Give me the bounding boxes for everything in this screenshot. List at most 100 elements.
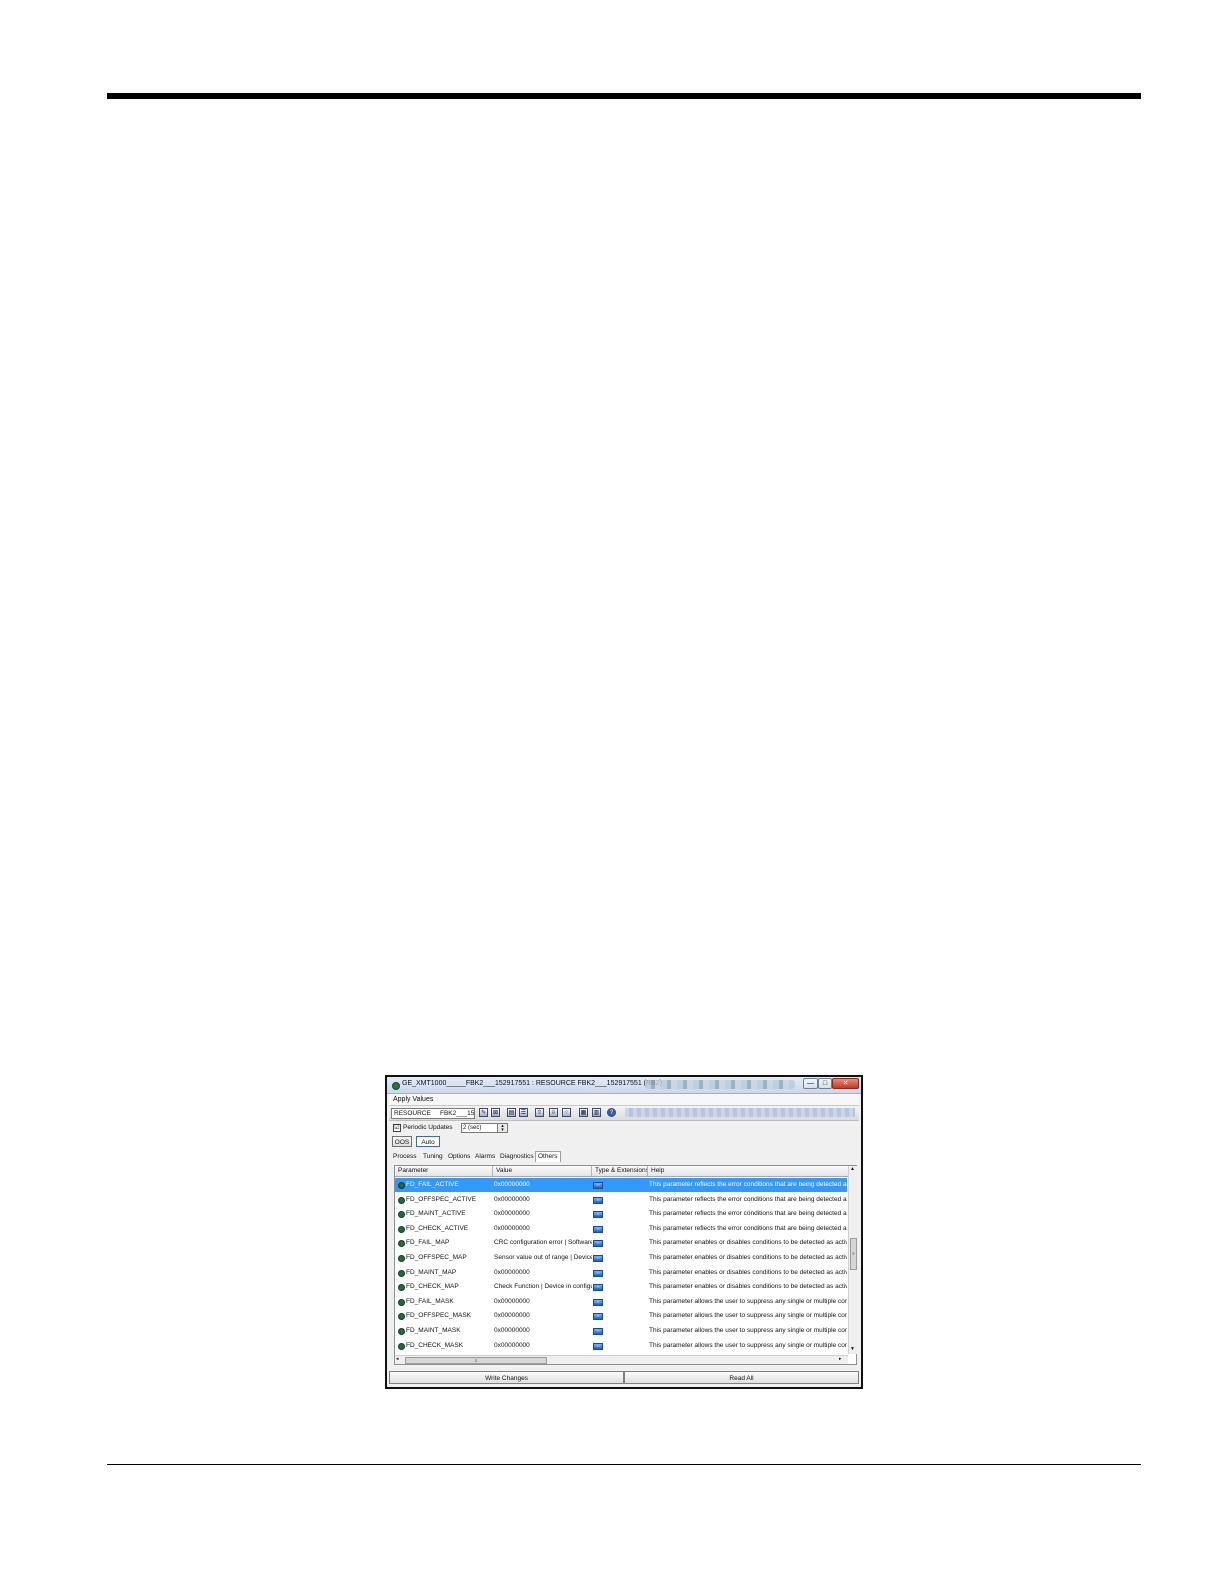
tab-options[interactable]: Options xyxy=(448,1153,470,1160)
scroll-left-arrow[interactable]: ◂ xyxy=(396,1356,399,1362)
periodic-updates-checkbox[interactable]: ☑ xyxy=(393,1124,401,1132)
table-row[interactable]: FD_MAINT_ACTIVE 0x00000000 ▭ This parameter… xyxy=(395,1207,847,1221)
table-row[interactable]: FD_CHECK_ACTIVE 0x00000000 ▭ This parameter… xyxy=(395,1222,847,1236)
tab-diagnostics[interactable]: Diagnostics xyxy=(500,1153,534,1160)
parameter-value[interactable]: Check Function | Device in configura xyxy=(494,1283,592,1290)
type-extension-icon[interactable]: ▭ xyxy=(593,1313,603,1321)
maximize-button[interactable]: □ xyxy=(818,1078,832,1089)
vertical-scroll-thumb[interactable]: ≡ xyxy=(850,1238,857,1270)
column-header-help[interactable]: Help xyxy=(648,1166,848,1176)
edit-icon[interactable]: ✎ xyxy=(479,1108,488,1117)
menu-bar: Apply Values xyxy=(389,1094,859,1106)
apply-values-menu[interactable]: Apply Values xyxy=(393,1096,433,1103)
compare-icon[interactable]: ⊠ xyxy=(491,1108,500,1117)
upload-icon[interactable]: ⇧ xyxy=(535,1108,544,1117)
type-extension-icon[interactable]: ▭ xyxy=(593,1342,603,1350)
oos-mode-button[interactable]: OOS xyxy=(392,1136,412,1147)
parameter-name: FD_MAINT_MASK xyxy=(406,1327,461,1334)
header-rule xyxy=(107,93,1141,99)
parameter-help: This parameter allows the user to suppre… xyxy=(649,1297,847,1305)
block-tag: FBK2___15: xyxy=(440,1110,475,1117)
type-extension-icon[interactable]: ▭ xyxy=(593,1284,603,1292)
vertical-scrollbar[interactable]: ▲ ≡ ▼ xyxy=(848,1166,857,1354)
write-changes-button[interactable]: Write Changes xyxy=(389,1371,624,1384)
parameter-value[interactable]: 0x00000000 xyxy=(494,1342,592,1349)
table-row[interactable]: FD_FAIL_MASK 0x00000000 ▭ This parameter al… xyxy=(395,1295,847,1309)
table-row[interactable]: FD_CHECK_MASK 0x00000000 ▭ This parameter a… xyxy=(395,1339,847,1353)
type-extension-icon[interactable]: ▭ xyxy=(593,1269,603,1277)
parameter-value[interactable]: Sensor value out of range | Device ne xyxy=(494,1254,592,1261)
parameter-help: This parameter allows the user to suppre… xyxy=(649,1312,847,1320)
parameter-value[interactable]: 0x00000000 xyxy=(494,1181,592,1188)
action-bar: Write Changes Read All xyxy=(389,1371,859,1385)
interval-spinner[interactable]: ▴ ▾ xyxy=(497,1123,508,1133)
column-header-type[interactable]: Type & Extensions xyxy=(592,1166,648,1176)
parameter-name: FD_CHECK_MAP xyxy=(406,1283,459,1291)
scroll-up-arrow[interactable]: ▲ xyxy=(850,1166,855,1172)
type-extension-icon[interactable]: ▭ xyxy=(593,1298,603,1306)
type-extension-icon[interactable]: ▭ xyxy=(593,1225,603,1233)
table-row[interactable]: FD_MAINT_MASK 0x00000000 ▭ This parameter a… xyxy=(395,1324,847,1338)
parameter-value[interactable]: 0x00000000 xyxy=(494,1327,592,1334)
table-row[interactable]: FD_OFFSPEC_ACTIVE 0x00000000 ▭ This paramet… xyxy=(395,1193,847,1207)
parameter-status-icon xyxy=(398,1328,405,1335)
tab-alarms[interactable]: Alarms xyxy=(475,1153,495,1160)
scroll-down-arrow[interactable]: ▼ xyxy=(850,1346,855,1352)
horizontal-scrollbar[interactable]: ◂ ≡ ▸ xyxy=(395,1355,848,1364)
list-icon[interactable]: ☰ xyxy=(519,1108,528,1117)
table-row[interactable]: FD_FAIL_MAP CRC configuration error | Sof… xyxy=(395,1236,847,1250)
network-icon[interactable]: ⁘ xyxy=(562,1108,571,1117)
parameter-name: FD_MAINT_MAP xyxy=(406,1268,457,1276)
parameter-value[interactable]: CRC configuration error | Software (ai xyxy=(494,1239,592,1246)
block-selector[interactable]: RESOURCE FBK2___15: xyxy=(391,1108,475,1119)
parameter-value[interactable]: 0x00000000 xyxy=(494,1269,592,1276)
column-header-parameter[interactable]: Parameter xyxy=(395,1166,493,1176)
type-extension-icon[interactable]: ▭ xyxy=(593,1211,603,1219)
app-status-icon xyxy=(392,1082,400,1090)
auto-mode-button[interactable]: Auto xyxy=(416,1136,440,1147)
close-button[interactable]: ✕ xyxy=(832,1078,859,1089)
tab-others[interactable]: Others xyxy=(535,1151,561,1162)
parameter-help: This parameter reflects the error condit… xyxy=(649,1224,847,1232)
table-header: Parameter Value Type & Extensions Help xyxy=(395,1166,848,1177)
parameter-value[interactable]: 0x00000000 xyxy=(494,1196,592,1203)
type-extension-icon[interactable]: ▭ xyxy=(593,1240,603,1248)
table-row[interactable]: FD_OFFSPEC_MASK 0x00000000 ▭ This parameter… xyxy=(395,1309,847,1323)
parameter-name: FD_OFFSPEC_MAP xyxy=(406,1254,467,1261)
table-row[interactable]: FD_MAINT_MAP 0x00000000 ▭ This parameter en… xyxy=(395,1266,847,1280)
parameter-status-icon xyxy=(398,1255,405,1262)
scroll-right-arrow[interactable]: ▸ xyxy=(839,1356,842,1362)
column-header-value[interactable]: Value xyxy=(493,1166,592,1176)
periodic-updates-row: ☑ Periodic Updates 2 (sec) ▴ ▾ xyxy=(391,1122,859,1134)
type-extension-icon[interactable]: ▭ xyxy=(593,1255,603,1262)
title-bar[interactable]: GE_XMT1000_____FBK2___152917551 : RESOUR… xyxy=(387,1077,861,1094)
tab-process[interactable]: Process xyxy=(393,1153,416,1160)
tab-tuning[interactable]: Tuning xyxy=(423,1153,443,1160)
parameter-name: FD_FAIL_MAP xyxy=(406,1239,450,1247)
parameter-value[interactable]: 0x00000000 xyxy=(494,1312,592,1319)
minimize-button[interactable]: — xyxy=(803,1078,818,1089)
table-row[interactable]: FD_FAIL_ACTIVE 0x00000000 ▭ This parameter … xyxy=(395,1178,847,1192)
parameter-status-icon xyxy=(398,1240,405,1248)
type-extension-icon[interactable]: ▭ xyxy=(593,1196,603,1204)
resource-block-window: GE_XMT1000_____FBK2___152917551 : RESOUR… xyxy=(385,1075,863,1389)
table-row[interactable]: FD_CHECK_MAP Check Function | Device in c… xyxy=(395,1280,847,1294)
update-interval-field[interactable]: 2 (sec) xyxy=(461,1123,500,1133)
download-icon[interactable]: ⇩ xyxy=(549,1108,558,1117)
help-icon[interactable]: ? xyxy=(607,1108,616,1117)
read-all-button[interactable]: Read All xyxy=(624,1371,859,1384)
type-extension-icon[interactable]: ▭ xyxy=(593,1182,603,1189)
parameter-value[interactable]: 0x00000000 xyxy=(494,1298,592,1305)
parameter-status-icon xyxy=(398,1196,405,1204)
blurred-titlebar-area xyxy=(645,1080,795,1089)
type-extension-icon[interactable]: ▭ xyxy=(593,1328,603,1335)
table-icon[interactable]: ▥ xyxy=(592,1108,601,1117)
parameter-status-icon xyxy=(398,1313,405,1321)
horizontal-scroll-thumb[interactable]: ≡ xyxy=(405,1357,547,1364)
parameter-value[interactable]: 0x00000000 xyxy=(494,1225,592,1232)
device-icon[interactable]: ▤ xyxy=(507,1108,516,1117)
parameter-value[interactable]: 0x00000000 xyxy=(494,1210,592,1217)
parameter-name: FD_FAIL_ACTIVE xyxy=(406,1181,459,1188)
grid-icon[interactable]: ▦ xyxy=(579,1108,588,1117)
table-row[interactable]: FD_OFFSPEC_MAP Sensor value out of range … xyxy=(395,1251,847,1265)
